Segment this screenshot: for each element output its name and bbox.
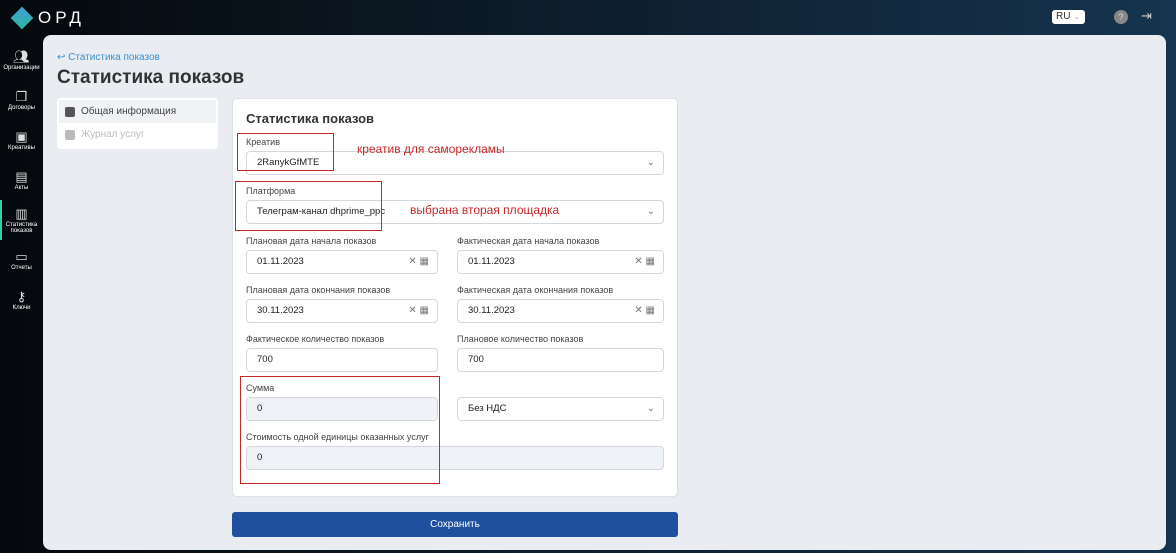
sidebar-item-contracts[interactable]: ❐ Договоры [0, 80, 43, 120]
back-arrow-icon: ↩ [57, 52, 66, 63]
annotation-box-creative [237, 133, 334, 171]
key-icon: ⚷ [16, 289, 27, 304]
clear-calendar-icon: ✕ ▦ [408, 256, 429, 267]
form-title: Статистика показов [246, 111, 375, 126]
report-icon: ▭ [15, 249, 28, 264]
plan-start-input[interactable]: 01.11.2023 ✕ ▦ [246, 250, 438, 274]
fact-count-label: Фактическое количество показов [246, 334, 385, 344]
fact-start-input[interactable]: 01.11.2023 ✕ ▦ [457, 250, 664, 274]
documents-icon: ❐ [15, 89, 28, 104]
plan-end-label: Плановая дата окончания показов [246, 285, 391, 295]
sidebar-item-acts[interactable]: ▤ Акты [0, 160, 43, 200]
breadcrumb[interactable]: ↩ Статистика показов [57, 52, 160, 63]
logout-icon[interactable]: ⇥ [1141, 8, 1152, 24]
fact-end-label: Фактическая дата окончания показов [457, 285, 614, 295]
annotation-platform: выбрана вторая площадка [410, 203, 560, 217]
image-icon: ▣ [15, 129, 28, 144]
clear-calendar-icon: ✕ ▦ [634, 305, 655, 316]
plan-start-label: Плановая дата начала показов [246, 236, 377, 246]
annotation-creative: креатив для саморекламы [357, 142, 505, 156]
sidebar-item-statistics[interactable]: ▥ Статистика показов [0, 200, 43, 240]
chart-icon: ▥ [15, 206, 28, 221]
fact-end-input[interactable]: 30.11.2023 ✕ ▦ [457, 299, 664, 323]
annotation-box-sum [240, 376, 440, 484]
file-icon: ▤ [15, 169, 28, 184]
gear-icon [65, 129, 75, 140]
vat-select[interactable]: Без НДС ⌄ [457, 397, 664, 421]
fact-count-input[interactable]: 700 [246, 348, 438, 372]
users-icon: 👥︎ [13, 49, 30, 64]
help-icon[interactable]: ? [1114, 10, 1128, 24]
users-icon [65, 106, 75, 117]
sidebar-item-organizations[interactable]: 👥︎ Организации [0, 40, 43, 80]
plan-count-input[interactable]: 700 [457, 348, 664, 372]
plan-end-input[interactable]: 30.11.2023 ✕ ▦ [246, 299, 438, 323]
save-button[interactable]: Сохранить [232, 512, 678, 537]
language-select[interactable]: RU ⌄ [1052, 10, 1085, 24]
sidebar-item-creatives[interactable]: ▣ Креативы [0, 120, 43, 160]
section-menu: Общая информация Журнал услуг [57, 98, 218, 149]
menu-services-journal[interactable]: Журнал услуг [59, 123, 216, 146]
sidebar-item-reports[interactable]: ▭ Отчеты [0, 240, 43, 280]
plan-count-label: Плановое количество показов [457, 334, 584, 344]
chevron-down-icon: ⌄ [646, 157, 655, 168]
menu-general-info[interactable]: Общая информация [59, 100, 216, 123]
clear-calendar-icon: ✕ ▦ [634, 256, 655, 267]
sidebar: 👥︎ Организации ❐ Договоры ▣ Креативы ▤ Акты … [0, 40, 43, 320]
chevron-down-icon: ⌄ [646, 206, 655, 217]
chevron-down-icon: ⌄ [646, 403, 655, 414]
page-title: Статистика показов [57, 67, 245, 88]
logo-icon [10, 6, 34, 30]
clear-calendar-icon: ✕ ▦ [408, 305, 429, 316]
sidebar-item-keys[interactable]: ⚷ Ключи [0, 280, 43, 320]
fact-start-label: Фактическая дата начала показов [457, 236, 600, 246]
annotation-box-platform [235, 181, 382, 231]
logo[interactable]: ОРД [10, 6, 85, 30]
